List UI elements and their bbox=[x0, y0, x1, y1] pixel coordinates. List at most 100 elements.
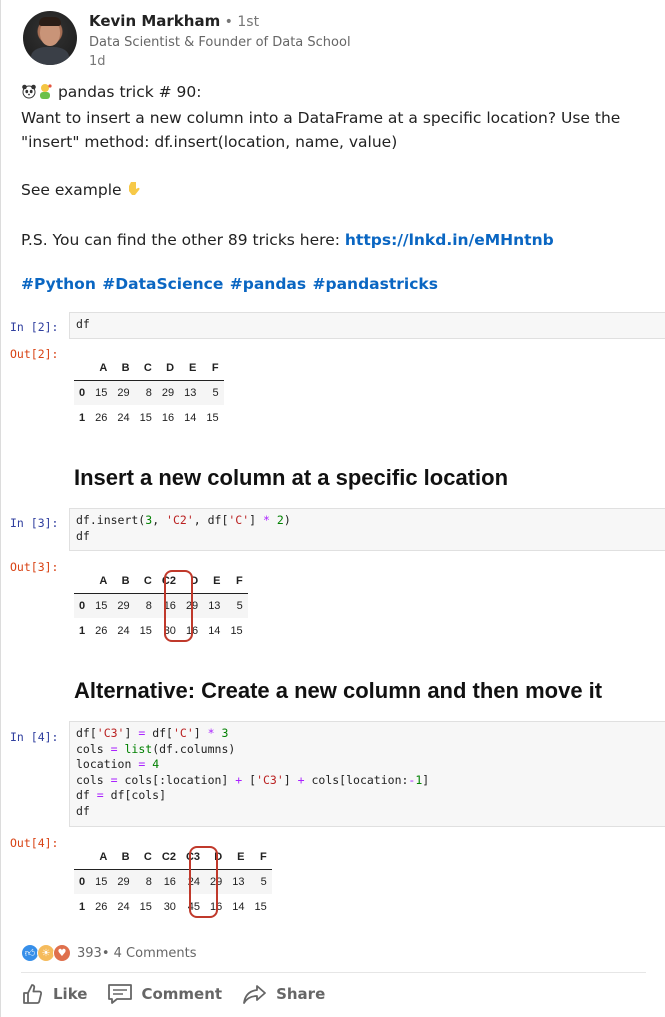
table-cell: 8 bbox=[145, 599, 152, 612]
table-cell: 15 bbox=[230, 624, 243, 637]
table-cell: 29 bbox=[117, 599, 130, 612]
table-cell: 16 bbox=[163, 875, 176, 888]
in2-prompt: In [2]: bbox=[10, 320, 59, 334]
row-index: 1 bbox=[79, 624, 86, 637]
table-cell: 13 bbox=[184, 386, 197, 399]
table-cell: 29 bbox=[117, 875, 130, 888]
index-header bbox=[74, 845, 91, 870]
column-header: B bbox=[112, 356, 135, 381]
author-name[interactable]: Kevin Markham bbox=[89, 12, 220, 30]
column-header: E bbox=[179, 356, 202, 381]
table-cell: 5 bbox=[212, 386, 219, 399]
column-header: E bbox=[227, 845, 250, 870]
index-header bbox=[74, 356, 91, 381]
in4-cell: df['C3'] = df['C'] * 3 cols = list(df.co… bbox=[69, 721, 665, 827]
avatar[interactable] bbox=[23, 11, 77, 65]
tricks-link[interactable]: https://lnkd.in/eMHntnb bbox=[345, 231, 554, 249]
love-reaction-icon: ♥ bbox=[53, 944, 71, 962]
table-cell: 15 bbox=[139, 900, 152, 913]
share-label: Share bbox=[276, 985, 326, 1003]
table-cell: 15 bbox=[206, 411, 219, 424]
reactions-bar[interactable]: 👍︎ ☀ ♥ 393 • 4 Comments bbox=[21, 944, 197, 962]
table-cell: 14 bbox=[184, 411, 197, 424]
table-row: 0 15 29 8 16 29 13 5 bbox=[74, 593, 248, 618]
reaction-count[interactable]: 393 bbox=[77, 946, 102, 961]
row-index: 0 bbox=[79, 599, 86, 612]
post-line-see-example: See example bbox=[21, 178, 651, 204]
post-line-1: pandas trick # 90: bbox=[21, 80, 651, 106]
post-time: 1d bbox=[89, 54, 106, 69]
column-header: A bbox=[90, 356, 113, 381]
like-label: Like bbox=[53, 985, 88, 1003]
post-spacer bbox=[21, 154, 651, 178]
avatar-shirt bbox=[31, 47, 69, 65]
share-button[interactable]: Share bbox=[242, 982, 325, 1006]
table-cell: 14 bbox=[208, 624, 221, 637]
table-cell: 26 bbox=[95, 900, 108, 913]
table-cell: 24 bbox=[117, 900, 130, 913]
avatar-hair bbox=[39, 17, 61, 26]
table-cell: 15 bbox=[139, 624, 152, 637]
hashtags[interactable]: #Python #DataScience #pandas #pandastric… bbox=[21, 272, 438, 296]
column-header: F bbox=[249, 845, 272, 870]
author-headline: Data Scientist & Founder of Data School bbox=[89, 35, 351, 50]
dataframe-3: A B C C2 C3 D E F 0 15 29 8 16 24 29 13 5 1 26 24 15 30 45 16 1… bbox=[74, 845, 272, 919]
table-row: 1 26 24 15 30 45 16 14 15 bbox=[74, 894, 272, 919]
section-title-2: Alternative: Create a new column and the… bbox=[74, 678, 603, 703]
table-cell: 26 bbox=[95, 624, 108, 637]
in2-code: df bbox=[76, 317, 90, 331]
table-cell: 24 bbox=[117, 624, 130, 637]
table-row: 1 26 24 15 30 16 14 15 bbox=[74, 618, 248, 643]
column-header: F bbox=[201, 356, 224, 381]
column-header: A bbox=[90, 569, 113, 594]
notebook-image[interactable]: In [2]: df Out[2]: ABCDEF 0 15 29 8 29 13 5 1 26… bbox=[1, 312, 665, 924]
author-name-row: Kevin Markham • 1st bbox=[89, 11, 351, 32]
column-header: F bbox=[225, 569, 248, 594]
dataframe-2: A B C C2 D E F 0 15 29 8 16 29 13 5 1 26 24 15 30 16 14 15 bbox=[74, 569, 248, 643]
pointing-down-icon bbox=[127, 180, 141, 204]
table-cell: 29 bbox=[161, 386, 175, 399]
comments-count[interactable]: • 4 Comments bbox=[102, 946, 197, 961]
post-line-2: Want to insert a new column into a DataF… bbox=[21, 109, 621, 127]
post-card: Kevin Markham • 1st Data Scientist & Fou… bbox=[0, 0, 665, 1017]
post-spacer-2 bbox=[21, 204, 651, 228]
ps-text: P.S. You can find the other 89 tricks he… bbox=[21, 231, 345, 249]
see-example-text: See example bbox=[21, 181, 122, 199]
column-header: E bbox=[203, 569, 226, 594]
c2-highlight bbox=[164, 570, 193, 642]
post-line-ps: P.S. You can find the other 89 tricks he… bbox=[21, 228, 651, 252]
post-headline: pandas trick # 90: bbox=[57, 83, 202, 101]
table-cell: 5 bbox=[260, 875, 267, 888]
table-cell: 15 bbox=[95, 875, 108, 888]
author-meta: Kevin Markham • 1st Data Scientist & Fou… bbox=[89, 11, 351, 71]
panda-icon bbox=[21, 82, 37, 106]
in3-prompt: In [3]: bbox=[10, 516, 59, 530]
row-index: 0 bbox=[79, 875, 86, 888]
table-cell: 15 bbox=[95, 599, 108, 612]
table-row: 0 15 29 8 29 13 5 bbox=[74, 380, 224, 405]
table-cell: 15 bbox=[254, 900, 267, 913]
column-header: B bbox=[112, 569, 135, 594]
action-bar: Like Comment Share bbox=[21, 982, 345, 1006]
like-button[interactable]: Like bbox=[21, 982, 87, 1006]
row-index: 0 bbox=[79, 386, 86, 399]
column-header: C2 bbox=[156, 845, 181, 870]
out4-prompt: Out[4]: bbox=[10, 836, 59, 850]
out3-prompt: Out[3]: bbox=[10, 560, 59, 574]
column-header: C bbox=[134, 569, 157, 594]
table-row: 1 26 24 15 16 14 15 bbox=[74, 405, 224, 430]
row-index: 1 bbox=[79, 411, 86, 424]
dataframe-1: ABCDEF 0 15 29 8 29 13 5 1 26 24 15 16 14 15 bbox=[74, 356, 224, 430]
table-cell: 13 bbox=[208, 599, 221, 612]
comment-label: Comment bbox=[141, 985, 223, 1003]
divider bbox=[21, 972, 646, 973]
table-cell: 15 bbox=[95, 386, 108, 399]
table-cell: 15 bbox=[139, 411, 152, 424]
in3-cell: df.insert(3, 'C2', df['C'] * 2) df bbox=[69, 508, 665, 551]
table-cell: 8 bbox=[145, 386, 152, 399]
in2-cell: df bbox=[69, 312, 665, 339]
table-cell: 13 bbox=[232, 875, 245, 888]
post-line-3: "insert" method: df.insert(location, nam… bbox=[21, 133, 398, 151]
share-icon bbox=[243, 985, 266, 1004]
comment-button[interactable]: Comment bbox=[107, 982, 222, 1006]
